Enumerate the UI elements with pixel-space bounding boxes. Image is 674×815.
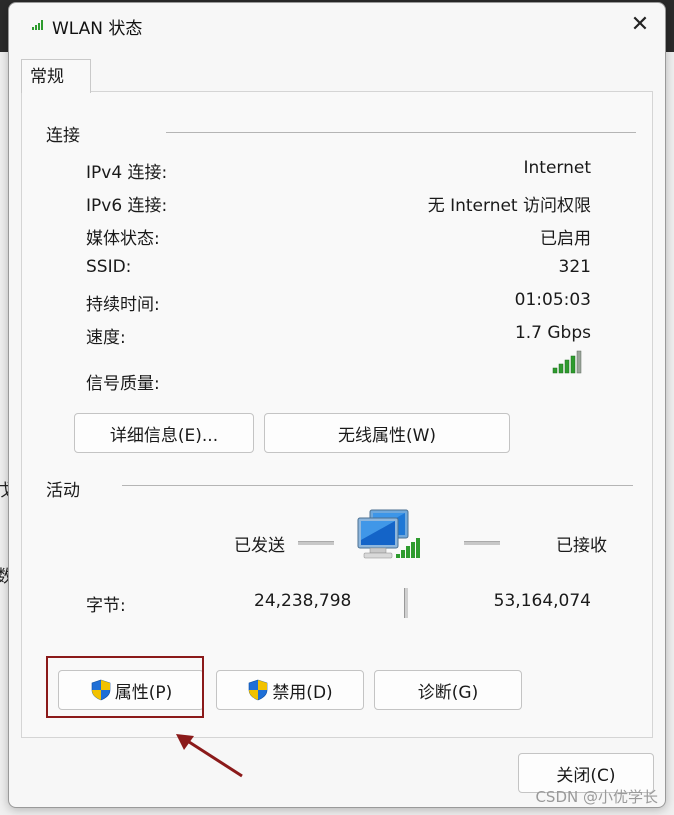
- bytes-divider: [404, 588, 408, 618]
- wireless-properties-label: 无线属性(W): [337, 425, 437, 446]
- activity-group-title: 活动: [46, 481, 80, 501]
- title-bar[interactable]: WLAN 状态 ✕: [9, 3, 665, 47]
- duration-label: 持续时间:: [86, 295, 160, 315]
- close-button-label: 关闭(C): [556, 765, 616, 786]
- annotation-arrow: [176, 734, 243, 778]
- speed-label: 速度:: [86, 328, 126, 348]
- window-title: WLAN 状态: [52, 19, 143, 39]
- details-button[interactable]: 详细信息(E)...: [74, 413, 254, 453]
- connection-divider: [166, 132, 636, 133]
- connection-group-title: 连接: [46, 126, 80, 146]
- disable-button-label: 禁用(D): [272, 682, 333, 703]
- activity-divider: [122, 485, 633, 486]
- shield-icon: [249, 679, 268, 701]
- media-state-label: 媒体状态:: [86, 229, 160, 249]
- disable-button[interactable]: 禁用(D): [216, 670, 364, 710]
- diagnose-button-label: 诊断(G): [417, 682, 479, 703]
- ipv4-label: IPv4 连接:: [86, 163, 168, 183]
- ipv6-value: 无 Internet 访问权限: [427, 196, 591, 216]
- bytes-received-value: 53,164,074: [493, 591, 591, 611]
- bytes-sent-value: 24,238,798: [254, 591, 352, 611]
- duration-value: 01:05:03: [514, 290, 591, 310]
- wifi-signal-icon: [32, 20, 43, 30]
- wireless-properties-button[interactable]: 无线属性(W): [264, 413, 510, 453]
- bytes-label: 字节:: [86, 596, 126, 616]
- media-state-value: 已启用: [540, 229, 591, 249]
- general-panel: 连接 IPv4 连接: Internet IPv6 连接: 无 Internet…: [21, 91, 653, 738]
- speed-value: 1.7 Gbps: [514, 323, 591, 343]
- ssid-label: SSID:: [86, 257, 132, 277]
- close-icon[interactable]: ✕: [623, 9, 657, 41]
- signal-quality-icon: [552, 350, 582, 374]
- annotation-highlight-box: [46, 656, 204, 718]
- signal-quality-label: 信号质量:: [86, 374, 160, 394]
- sent-label: 已发送: [234, 536, 285, 556]
- ssid-value: 321: [558, 257, 591, 277]
- received-label: 已接收: [556, 536, 607, 556]
- details-button-label: 详细信息(E)...: [109, 425, 219, 446]
- diagnose-button[interactable]: 诊断(G): [374, 670, 522, 710]
- network-computers-icon: [357, 509, 420, 559]
- sent-line: [298, 541, 334, 545]
- ipv4-value: Internet: [523, 158, 591, 178]
- watermark: CSDN @小优学长: [535, 788, 658, 806]
- ipv6-label: IPv6 连接:: [86, 196, 168, 216]
- received-line: [464, 541, 500, 545]
- tab-general[interactable]: 常规: [21, 59, 91, 93]
